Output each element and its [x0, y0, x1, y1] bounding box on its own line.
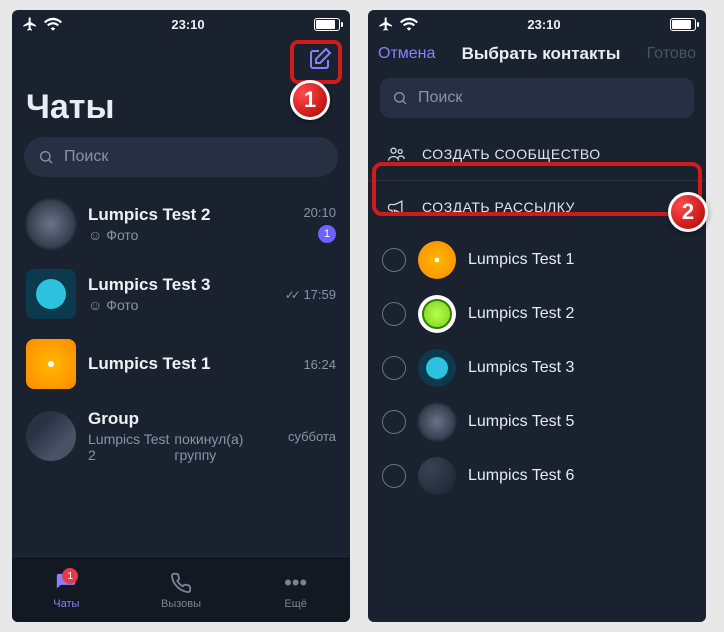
megaphone-icon: [384, 195, 408, 219]
contact-item[interactable]: Lumpics Test 6: [368, 449, 706, 503]
create-community-button[interactable]: СОЗДАТЬ СООБЩЕСТВО: [368, 128, 706, 181]
avatar: [418, 349, 456, 387]
radio-unchecked[interactable]: [382, 248, 406, 272]
phone-select-contacts: 23:10 Отмена Выбрать контакты Готово Пои…: [368, 10, 706, 622]
airplane-icon: [378, 16, 394, 32]
contact-item[interactable]: Lumpics Test 1: [368, 233, 706, 287]
contact-name: Lumpics Test 6: [468, 467, 574, 485]
compose-button[interactable]: [302, 42, 338, 76]
chat-name: Lumpics Test 1: [88, 354, 291, 374]
avatar: [26, 269, 76, 319]
chat-name: Lumpics Test 2: [88, 205, 291, 225]
tab-chats[interactable]: Чаты 1: [52, 571, 80, 610]
tab-more[interactable]: ••• Ещё: [282, 571, 310, 610]
create-broadcast-button[interactable]: СОЗДАТЬ РАССЫЛКУ: [368, 181, 706, 233]
tab-bar: Чаты 1 Вызовы ••• Ещё: [12, 558, 350, 622]
chat-item[interactable]: Lumpics Test 1 16:24: [12, 329, 350, 399]
chat-time: 20:10: [303, 205, 336, 220]
radio-unchecked[interactable]: [382, 410, 406, 434]
battery-icon: [314, 18, 340, 31]
community-icon: [384, 142, 408, 166]
emoji-icon: ☺: [88, 227, 102, 243]
search-placeholder: Поиск: [64, 148, 108, 166]
more-icon: •••: [282, 571, 310, 595]
avatar: [418, 457, 456, 495]
chat-name: Group: [88, 409, 276, 429]
chat-time: суббота: [288, 429, 336, 444]
search-icon: [392, 90, 408, 106]
phone-icon: [170, 572, 192, 594]
avatar: [418, 241, 456, 279]
avatar: [418, 403, 456, 441]
radio-unchecked[interactable]: [382, 464, 406, 488]
avatar: [26, 411, 76, 461]
contact-name: Lumpics Test 2: [468, 305, 574, 323]
nav-title: Выбрать контакты: [462, 44, 621, 64]
chat-item[interactable]: Group Lumpics Test 2покинул(а) группу су…: [12, 399, 350, 473]
chat-item[interactable]: Lumpics Test 3 ☺ Фото ✓✓ 17:59: [12, 259, 350, 329]
contact-item[interactable]: Lumpics Test 3: [368, 341, 706, 395]
search-input[interactable]: Поиск: [380, 78, 694, 118]
done-button[interactable]: Готово: [647, 45, 696, 63]
search-icon: [38, 149, 54, 165]
battery-icon: [670, 18, 696, 31]
unread-badge: 1: [318, 225, 336, 243]
contact-item[interactable]: Lumpics Test 2: [368, 287, 706, 341]
contact-name: Lumpics Test 5: [468, 413, 574, 431]
emoji-icon: ☺: [88, 297, 102, 313]
chat-item[interactable]: Lumpics Test 2 ☺ Фото 20:10 1: [12, 189, 350, 259]
avatar: [26, 199, 76, 249]
avatar: [418, 295, 456, 333]
read-check-icon: ✓✓: [285, 288, 297, 302]
status-bar: 23:10: [368, 10, 706, 38]
airplane-icon: [22, 16, 38, 32]
avatar: [26, 339, 76, 389]
step-marker-2: 2: [668, 192, 708, 232]
search-placeholder: Поиск: [418, 89, 462, 107]
chat-time: ✓✓ 17:59: [285, 287, 336, 302]
nav-bar: Отмена Выбрать контакты Готово: [368, 38, 706, 74]
radio-unchecked[interactable]: [382, 356, 406, 380]
wifi-icon: [400, 17, 418, 31]
contact-item[interactable]: Lumpics Test 5: [368, 395, 706, 449]
contact-name: Lumpics Test 1: [468, 251, 574, 269]
chat-name: Lumpics Test 3: [88, 275, 273, 295]
tab-calls[interactable]: Вызовы: [161, 571, 201, 610]
contact-list: Lumpics Test 1 Lumpics Test 2 Lumpics Te…: [368, 233, 706, 503]
search-input[interactable]: Поиск: [24, 137, 338, 177]
create-broadcast-label: СОЗДАТЬ РАССЫЛКУ: [422, 199, 575, 215]
radio-unchecked[interactable]: [382, 302, 406, 326]
status-bar: 23:10: [12, 10, 350, 38]
status-time: 23:10: [171, 17, 204, 32]
cancel-button[interactable]: Отмена: [378, 45, 435, 63]
chat-list: Lumpics Test 2 ☺ Фото 20:10 1 Lumpics Te…: [12, 189, 350, 558]
create-community-label: СОЗДАТЬ СООБЩЕСТВО: [422, 146, 601, 162]
wifi-icon: [44, 17, 62, 31]
contact-name: Lumpics Test 3: [468, 359, 574, 377]
status-time: 23:10: [527, 17, 560, 32]
chat-time: 16:24: [303, 357, 336, 372]
step-marker-1: 1: [290, 80, 330, 120]
